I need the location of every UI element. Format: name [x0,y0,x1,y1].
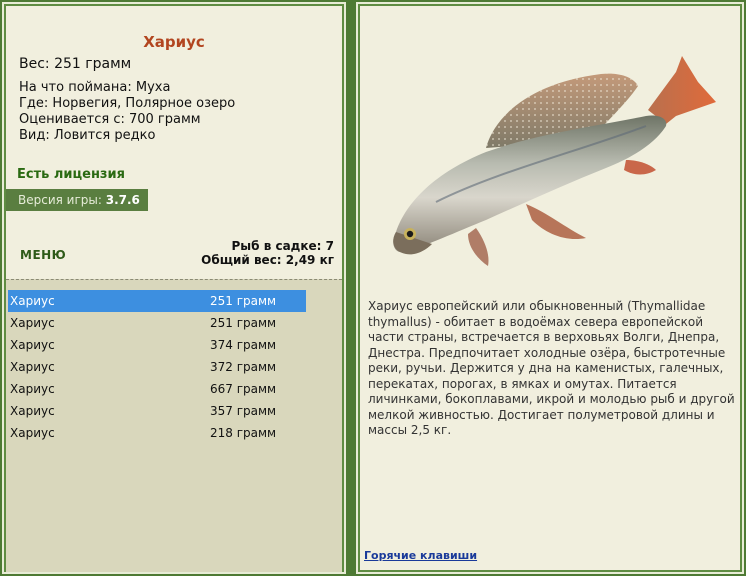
fish-details-panel: Хариус европейский или обыкновенный (Thy… [356,2,744,574]
catch-row[interactable]: Хариус 251 грамм [8,290,306,312]
catch-row[interactable]: Хариус 218 грамм [8,422,306,444]
catch-weight: 374 грамм [210,338,277,352]
catch-row[interactable]: Хариус 374 грамм [8,334,306,356]
catch-row[interactable]: Хариус 357 грамм [8,400,306,422]
fish-description: Хариус европейский или обыкновенный (Thy… [368,299,735,437]
version-bar: Версия игры: 3.7.6 [6,189,148,211]
version-label: Версия игры: [18,193,106,207]
menu-button[interactable]: МЕНЮ [20,248,66,262]
catch-row[interactable]: Хариус 667 грамм [8,378,306,400]
catch-name: Хариус [10,404,55,418]
grayling-fish-image [393,56,716,266]
catch-name: Хариус [10,316,55,330]
catch-weight: 251 грамм [210,294,277,308]
fish-value: Оценивается с: 700 грамм [19,112,201,127]
catch-list-area: Хариус 251 грамм Хариус 251 грамм Хариус 374 … [6,279,342,572]
catch-name: Хариус [10,294,55,308]
catch-row[interactable]: Хариус 372 грамм [8,356,306,378]
fish-rarity: Вид: Ловится редко [19,128,156,143]
catch-name: Хариус [10,382,55,396]
version-number: 3.7.6 [105,193,140,207]
fish-info-panel: Хариус Вес: 251 грамм На что поймана: Му… [2,2,346,574]
catch-weight: 667 грамм [210,382,277,396]
catch-weight: 372 грамм [210,360,277,374]
fish-weight: Вес: 251 грамм [19,56,132,72]
keepnet-count: Рыб в садке: 7 [231,239,335,253]
fish-title: Хариус [143,33,205,51]
catch-weight: 251 грамм [210,316,277,330]
catch-weight: 218 грамм [210,426,277,440]
catch-name: Хариус [10,360,55,374]
catch-weight: 357 грамм [210,404,277,418]
catch-list[interactable]: Хариус 251 грамм Хариус 251 грамм Хариус 374 … [8,290,306,444]
catch-row[interactable]: Хариус 251 грамм [8,312,306,334]
catch-name: Хариус [10,338,55,352]
hotkeys-link[interactable]: Горячие клавиши [364,549,477,562]
caught-on-bait: На что поймана: Муха [19,80,171,95]
total-weight: Общий вес: 2,49 кг [201,253,334,267]
catch-name: Хариус [10,426,55,440]
license-status: Есть лицензия [17,167,125,182]
catch-location: Где: Норвегия, Полярное озеро [19,96,236,111]
